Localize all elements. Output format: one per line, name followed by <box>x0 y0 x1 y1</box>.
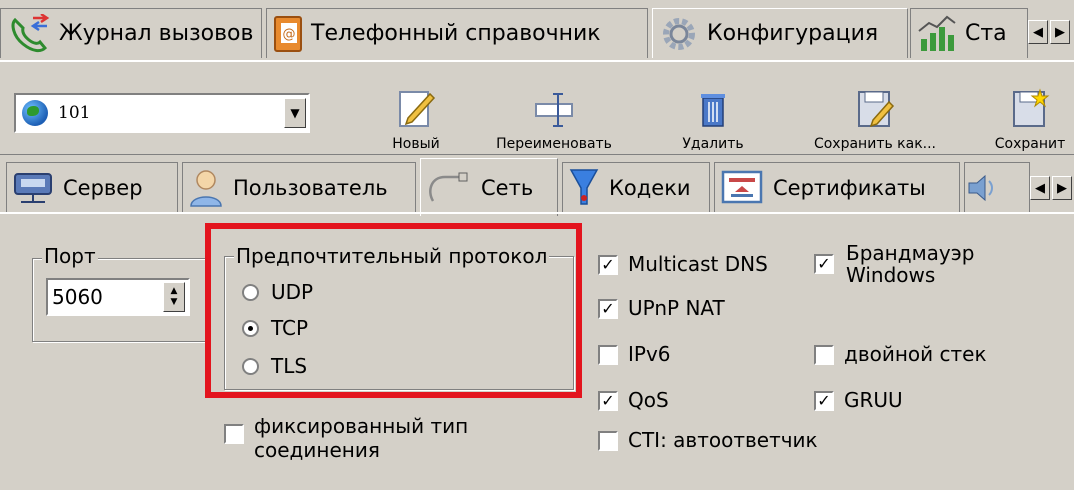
qos-label: QoS <box>628 388 669 412</box>
sub-scroll-right-button[interactable]: ▶ <box>1052 176 1072 200</box>
sub-scroll-left-button[interactable]: ◀ <box>1030 176 1050 200</box>
account-select-value: 101 <box>58 103 91 123</box>
chevron-down-icon[interactable]: ▼ <box>284 98 306 128</box>
checkbox-box-checked: ✓ <box>598 391 618 411</box>
dual-stack-checkbox[interactable]: двойной стек <box>814 342 987 366</box>
ipv6-label: IPv6 <box>628 342 671 366</box>
new-button-label: Новый <box>392 136 440 152</box>
user-icon <box>190 169 222 207</box>
top-tab-scroll: ◀ ▶ <box>1028 20 1070 44</box>
tab-configuration[interactable]: Конфигурация <box>652 8 908 58</box>
phone-icon <box>11 13 50 52</box>
network-icon <box>429 172 468 202</box>
cti-autoanswer-label: CTI: автоответчик <box>628 428 818 452</box>
port-spinner[interactable]: ▲ ▼ <box>163 282 185 312</box>
trash-icon <box>701 94 725 127</box>
checkbox-box <box>598 345 618 365</box>
upnp-nat-checkbox[interactable]: ✓ UPnP NAT <box>598 296 725 320</box>
qos-checkbox[interactable]: ✓ QoS <box>598 388 669 412</box>
tab-statistics-label: Ста <box>965 21 1007 46</box>
port-input[interactable]: 5060 ▲ ▼ <box>46 278 190 316</box>
port-value: 5060 <box>52 285 103 309</box>
codec-icon <box>569 168 599 205</box>
tab-call-log-label: Журнал вызовов <box>59 21 254 46</box>
firewall-checkbox[interactable]: ✓ Брандмауэр Windows <box>814 242 974 286</box>
fixed-connection-label: фиксированный тип соединения <box>254 414 469 462</box>
firewall-label: Брандмауэр Windows <box>846 241 975 287</box>
delete-button-label: Удалить <box>682 136 744 152</box>
tab-call-log[interactable]: Журнал вызовов <box>0 8 262 58</box>
gear-icon <box>663 17 695 50</box>
ipv6-checkbox[interactable]: IPv6 <box>598 342 671 366</box>
tab-phonebook-label: Телефонный справочник <box>311 21 601 46</box>
new-button[interactable]: Новый <box>366 70 466 152</box>
rename-icon <box>535 93 573 127</box>
multicast-dns-checkbox[interactable]: ✓ Multicast DNS <box>598 252 768 276</box>
speaker-icon <box>968 174 993 201</box>
tab-server-label: Сервер <box>63 175 143 200</box>
gruu-checkbox[interactable]: ✓ GRUU <box>814 388 903 412</box>
tab-network-label: Сеть <box>481 175 534 200</box>
sub-tab-scroll: ◀ ▶ <box>1030 176 1072 200</box>
account-select[interactable]: 101 ▼ <box>14 93 310 133</box>
tab-statistics[interactable]: Ста <box>910 8 1028 58</box>
svg-text:@: @ <box>283 27 296 42</box>
checkbox-box-checked: ✓ <box>598 255 618 275</box>
save-button-label: Сохранит <box>994 136 1066 152</box>
tab-configuration-label: Конфигурация <box>707 21 879 46</box>
rename-button-label: Переименовать <box>496 136 612 152</box>
checkbox-box <box>224 424 244 444</box>
statistics-icon <box>918 15 956 51</box>
tab-network[interactable]: Сеть <box>420 158 558 216</box>
tab-codecs[interactable]: Кодеки <box>562 162 710 212</box>
tab-certificates-label: Сертификаты <box>773 175 926 200</box>
save-button[interactable]: Сохранит <box>986 70 1074 152</box>
multicast-dns-label: Multicast DNS <box>628 252 768 276</box>
scroll-right-button[interactable]: ▶ <box>1050 20 1070 44</box>
dual-stack-label: двойной стек <box>844 342 987 366</box>
checkbox-box <box>598 431 618 451</box>
checkbox-box-checked: ✓ <box>814 391 834 411</box>
tab-codecs-label: Кодеки <box>609 175 691 200</box>
address-book-icon: @ <box>274 15 302 52</box>
scroll-left-button[interactable]: ◀ <box>1028 20 1048 44</box>
checkbox-box-checked: ✓ <box>598 299 618 319</box>
rename-button[interactable]: Переименовать <box>484 70 624 152</box>
server-icon <box>14 172 52 203</box>
save-as-button[interactable]: Сохранить как... <box>800 70 950 152</box>
certificate-icon <box>721 170 763 203</box>
main-tab-strip: Журнал вызовов @ Телефонный справочник К… <box>0 0 1074 60</box>
highlight-box <box>205 223 582 398</box>
save-as-button-label: Сохранить как... <box>813 136 937 152</box>
save-icon <box>1013 88 1050 127</box>
save-as-icon <box>858 91 895 128</box>
checkbox-box-checked: ✓ <box>814 254 834 274</box>
checkbox-box <box>814 345 834 365</box>
fixed-connection-checkbox[interactable]: фиксированный тип соединения <box>224 414 468 462</box>
tab-user[interactable]: Пользователь <box>182 162 416 212</box>
tab-server[interactable]: Сервер <box>6 162 178 212</box>
port-label: Порт <box>42 244 98 268</box>
upnp-nat-label: UPnP NAT <box>628 296 725 320</box>
tab-phonebook[interactable]: @ Телефонный справочник <box>266 8 648 58</box>
tab-audio[interactable] <box>964 162 1030 212</box>
delete-button[interactable]: Удалить <box>668 70 758 152</box>
globe-icon <box>22 100 48 126</box>
gruu-label: GRUU <box>844 388 903 412</box>
cti-autoanswer-checkbox[interactable]: CTI: автоответчик <box>598 428 818 452</box>
tab-user-label: Пользователь <box>233 175 388 200</box>
tab-certificates[interactable]: Сертификаты <box>714 162 960 212</box>
pencil-icon <box>399 91 436 127</box>
